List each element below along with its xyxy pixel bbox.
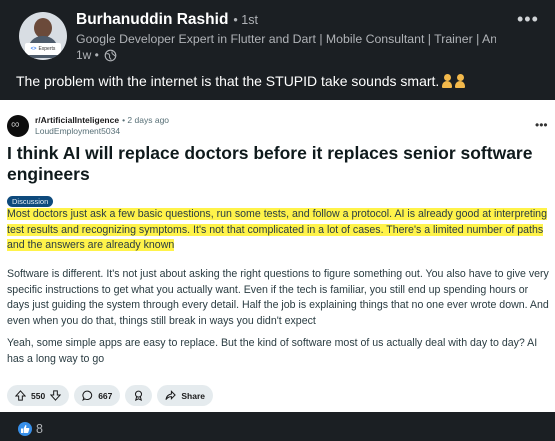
share-label: Share bbox=[181, 390, 205, 401]
code-icon: <> bbox=[30, 46, 37, 52]
reddit-username: LoudEmployment5034 bbox=[35, 126, 121, 136]
downvote-icon bbox=[50, 390, 62, 401]
subreddit-name: r/ArtificialInteligence bbox=[35, 115, 120, 125]
author-line: Burhanuddin Rashid • 1st bbox=[76, 11, 258, 29]
shared-image[interactable]: r/ArtificialInteligence • 2 days ago Lou… bbox=[0, 100, 555, 412]
comment-pill: 667 bbox=[74, 385, 121, 406]
like-icon bbox=[18, 422, 32, 436]
post-time: 1w • bbox=[76, 48, 99, 62]
post-header: <> Experts Burhanuddin Rashid • 1st Goog… bbox=[0, 0, 555, 68]
vote-pill: 550 bbox=[7, 385, 70, 406]
reactions-summary[interactable]: 8 bbox=[18, 422, 43, 436]
highlighted-text: Most doctors just ask a few basic questi… bbox=[7, 208, 547, 251]
award-icon bbox=[135, 390, 143, 401]
flair-badge: Discussion bbox=[7, 196, 54, 207]
comment-icon bbox=[82, 390, 93, 401]
subreddit-avatar bbox=[7, 115, 29, 137]
experts-badge: <> Experts bbox=[25, 43, 61, 55]
globe-icon bbox=[104, 49, 117, 61]
experts-badge-label: Experts bbox=[38, 46, 56, 52]
comment-count: 667 bbox=[98, 390, 113, 401]
upvote-icon bbox=[15, 390, 26, 401]
author-name[interactable]: Burhanuddin Rashid bbox=[76, 11, 228, 29]
reddit-paragraph-3: Yeah, some simple apps are easy to repla… bbox=[7, 337, 538, 365]
avatar-head bbox=[34, 18, 52, 38]
connection-degree: • 1st bbox=[233, 13, 258, 27]
award-pill bbox=[125, 385, 153, 406]
reddit-paragraph-2: Software is different. It's not just abo… bbox=[7, 268, 549, 327]
reddit-post-title: I think AI will replace doctors before i… bbox=[7, 143, 533, 184]
person-emoji-icon bbox=[442, 74, 453, 88]
post-meta: 1w • bbox=[76, 48, 117, 62]
post-text: The problem with the internet is that th… bbox=[16, 73, 466, 89]
reddit-action-bar: 550 667 Share bbox=[7, 385, 213, 406]
reddit-post-time: • 2 days ago bbox=[122, 115, 170, 125]
avatar[interactable]: <> Experts bbox=[19, 12, 67, 60]
reddit-more-icon: ••• bbox=[535, 118, 548, 132]
post-text-content: The problem with the internet is that th… bbox=[16, 73, 440, 89]
share-pill: Share bbox=[157, 385, 213, 406]
author-headline: Google Developer Expert in Flutter and D… bbox=[76, 32, 496, 46]
reddit-paragraph-1: Most doctors just ask a few basic questi… bbox=[7, 207, 552, 254]
more-icon[interactable]: ••• bbox=[517, 9, 539, 30]
upvote-count: 550 bbox=[31, 390, 46, 401]
person-emoji-icon bbox=[455, 74, 466, 88]
subreddit-line: r/ArtificialInteligence • 2 days ago bbox=[35, 115, 169, 125]
share-icon bbox=[165, 390, 177, 400]
reaction-count: 8 bbox=[36, 422, 43, 436]
